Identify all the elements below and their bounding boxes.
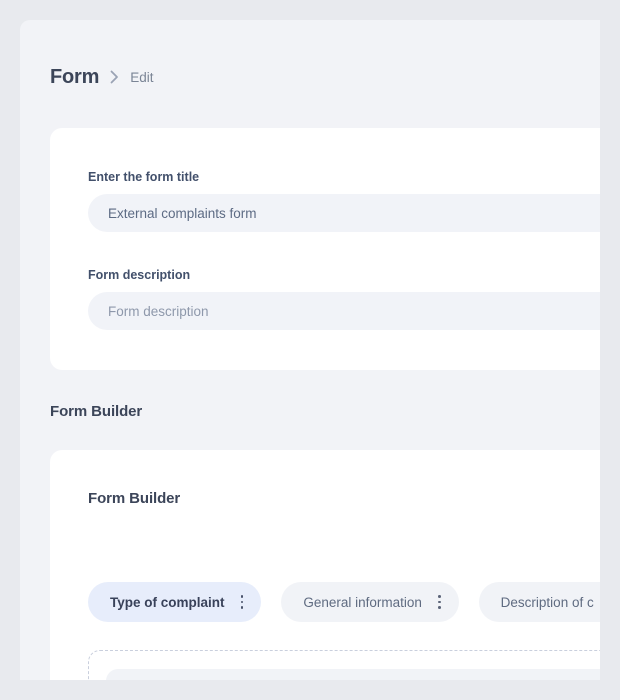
form-description-input[interactable]: Form description: [88, 292, 600, 330]
form-title-input-value: External complaints form: [108, 205, 257, 221]
tab-chip-label: General information: [303, 594, 422, 610]
tab-chip-description-of-complaint[interactable]: Description of c: [478, 582, 600, 622]
page-section-heading: Form Builder: [50, 403, 143, 420]
form-builder-tab-row: Type of complaint General information De…: [88, 582, 600, 622]
form-meta-card: Enter the form title External complaints…: [50, 128, 600, 370]
form-title-label: Enter the form title: [88, 170, 200, 184]
dots-vertical-icon[interactable]: [437, 595, 441, 609]
form-builder-card: Form Builder Type of complaint General i…: [50, 450, 600, 680]
form-description-input-placeholder: Form description: [108, 303, 209, 319]
dots-vertical-icon[interactable]: [240, 595, 244, 609]
question-list-item[interactable]: First question on the complaint form: [106, 669, 600, 680]
tab-chip-label: Type of complaint: [110, 594, 225, 610]
tab-chip-general-information[interactable]: General information: [281, 582, 459, 622]
question-drop-zone[interactable]: First question on the complaint form: [88, 650, 600, 680]
form-title-field-group: Enter the form title External complaints…: [88, 170, 600, 232]
form-description-label: Form description: [88, 268, 191, 282]
tab-chip-label: Description of c: [500, 594, 594, 610]
form-builder-title: Form Builder: [88, 490, 181, 507]
content-panel: Form Edit Enter the form title External …: [20, 20, 600, 680]
tab-chip-type-of-complaint[interactable]: Type of complaint: [88, 582, 262, 622]
breadcrumb: Form Edit: [50, 64, 153, 90]
chevron-right-icon: [110, 70, 119, 84]
app-shell: Form Edit Enter the form title External …: [0, 0, 620, 700]
breadcrumb-root-link[interactable]: Form: [50, 66, 99, 89]
form-title-input[interactable]: External complaints form: [88, 194, 600, 232]
form-description-field-group: Form description Form description: [88, 268, 600, 330]
breadcrumb-current-page: Edit: [130, 69, 154, 85]
